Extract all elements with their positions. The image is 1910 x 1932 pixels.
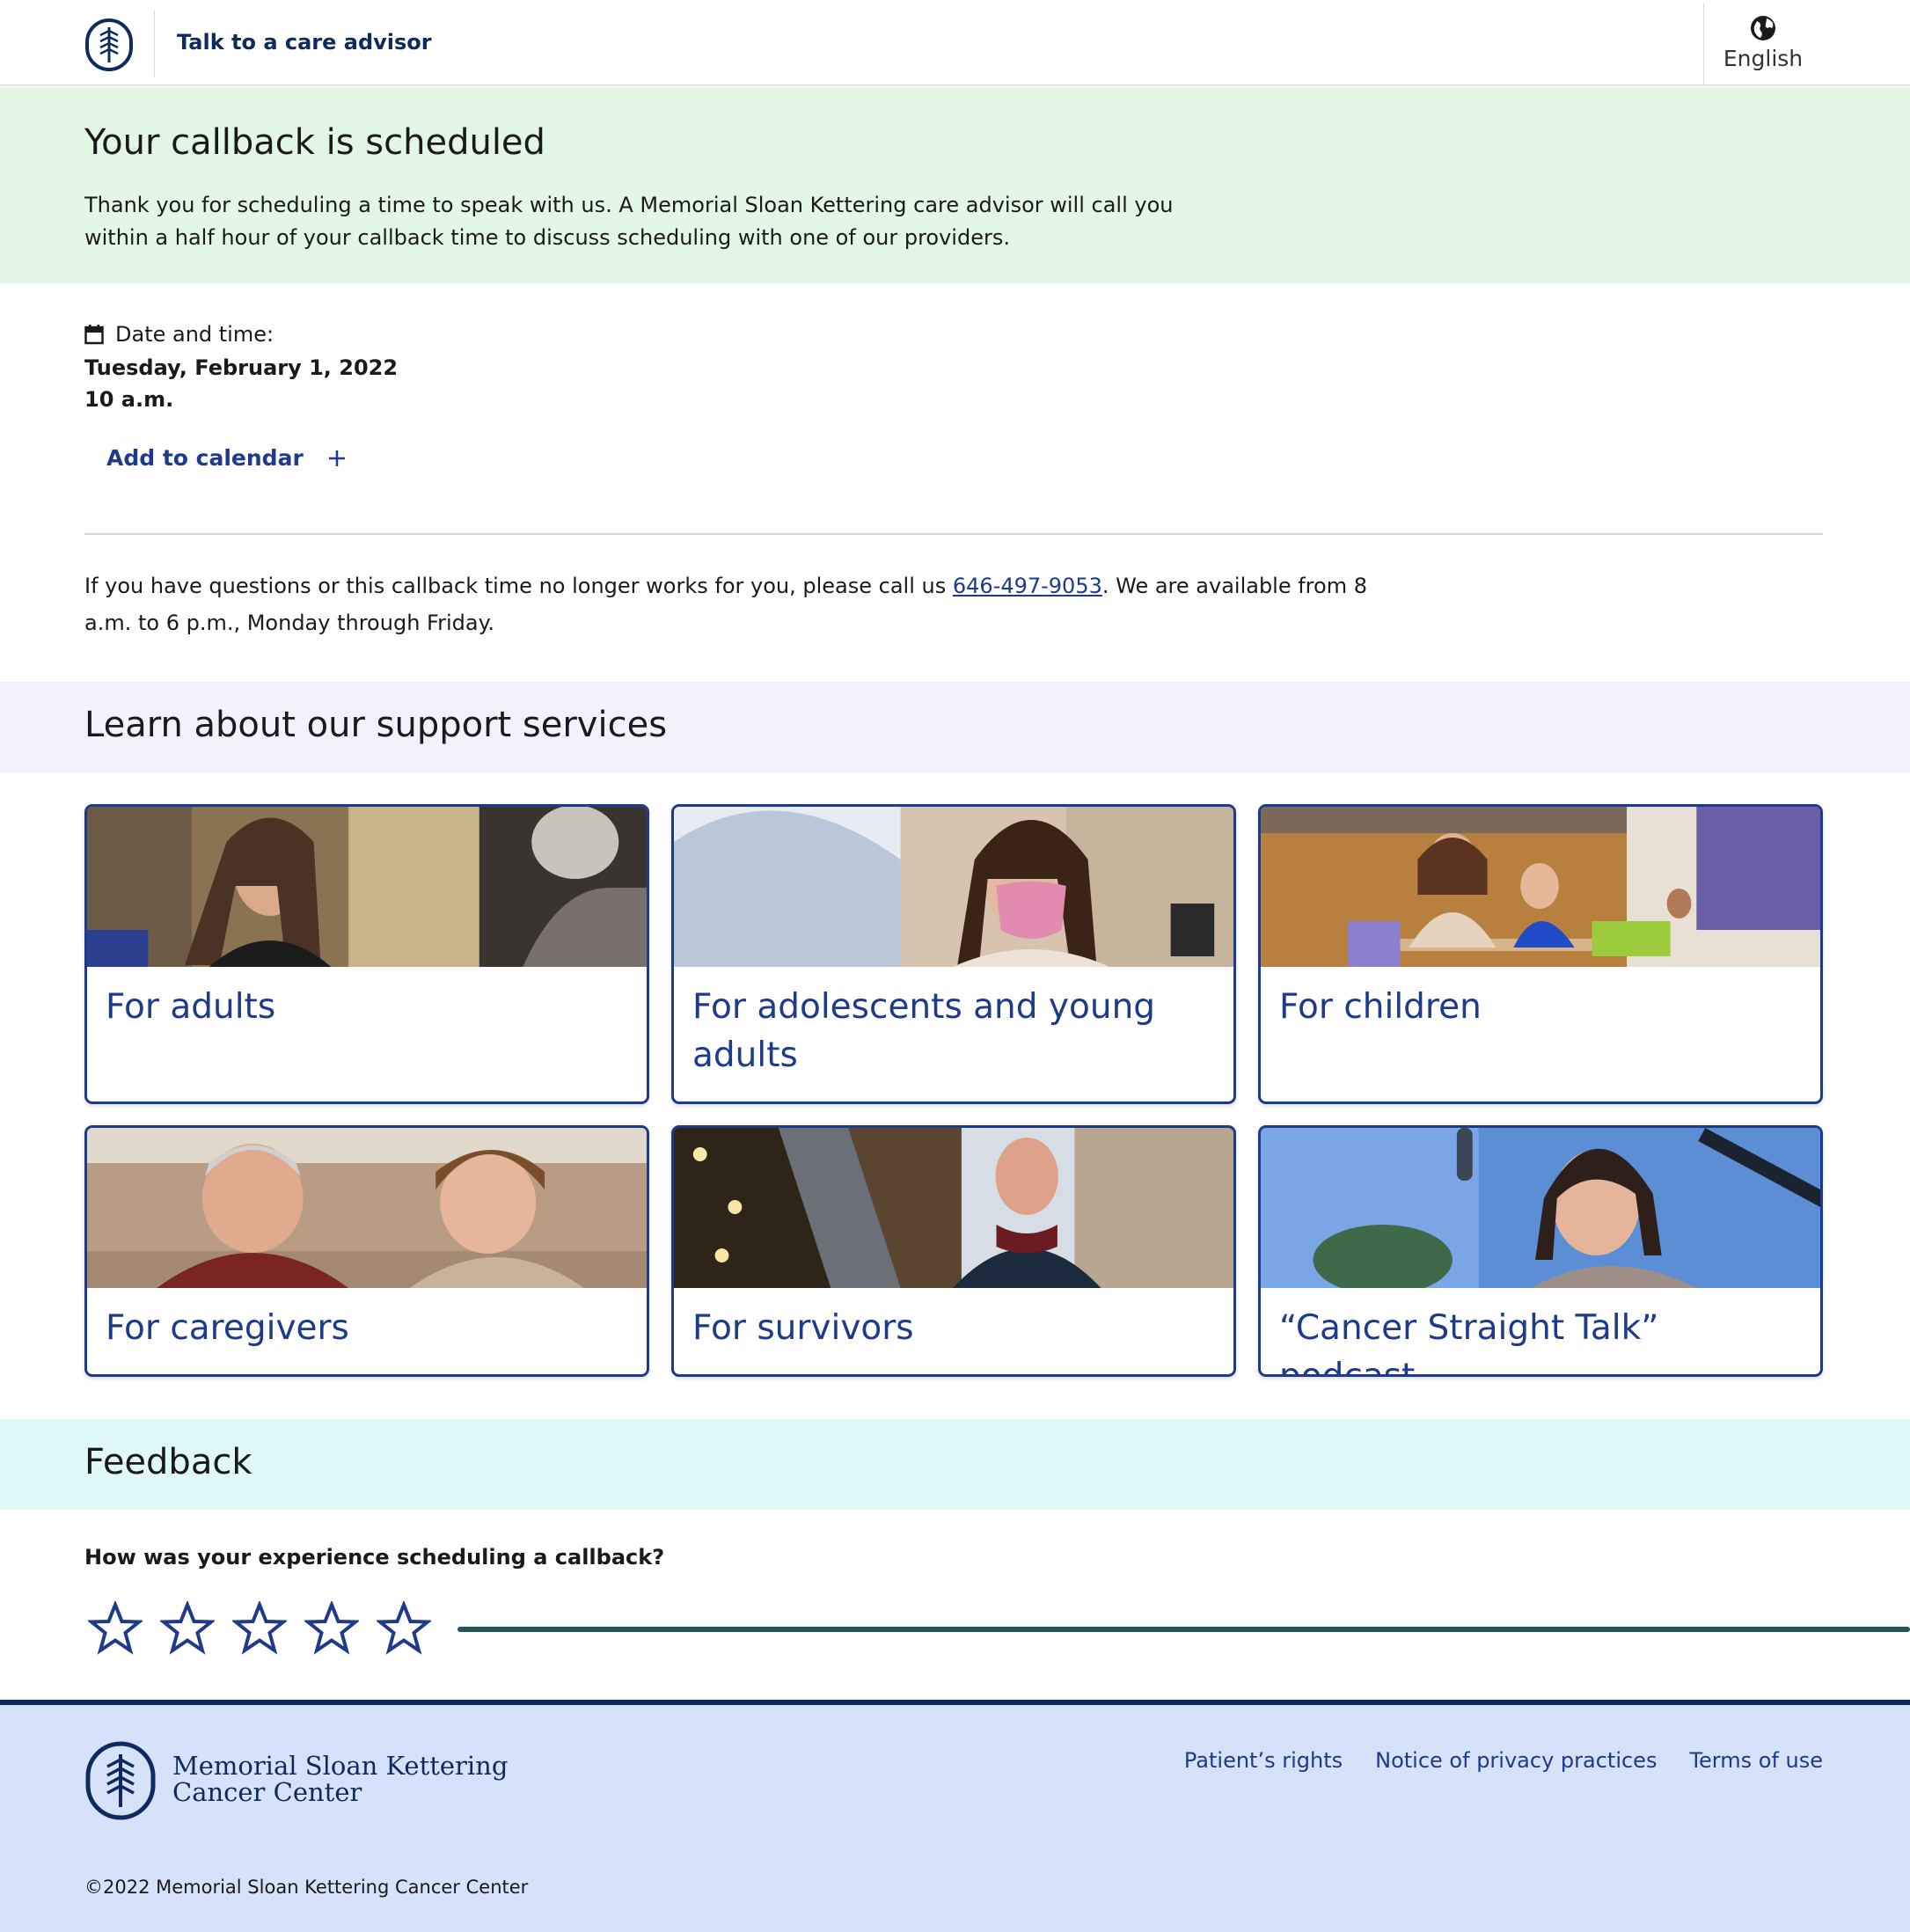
add-to-calendar-button[interactable]: Add to calendar	[106, 445, 347, 471]
help-text-before: If you have questions or this callback t…	[84, 574, 953, 598]
star-4-icon[interactable]	[303, 1599, 361, 1656]
card-image-adolescents	[674, 807, 1233, 967]
card-label-survivors: For survivors	[692, 1308, 914, 1348]
confirmation-banner: Your callback is scheduled Thank you for…	[0, 87, 1910, 283]
date-time-label-text: Date and time:	[115, 322, 274, 347]
language-selector[interactable]: English	[1704, 0, 1822, 84]
card-image-survivors	[674, 1128, 1233, 1288]
plus-icon	[328, 450, 345, 466]
footer-org-line1: Memorial Sloan Kettering	[172, 1751, 509, 1781]
card-image-podcast	[1261, 1128, 1820, 1288]
card-image-caregivers	[87, 1128, 647, 1288]
footer-org-name[interactable]: Memorial Sloan Kettering Cancer Center	[172, 1753, 508, 1805]
feedback-heading: Feedback	[84, 1442, 252, 1482]
star-3-icon[interactable]	[231, 1599, 289, 1656]
card-for-adolescents-and-young-adults[interactable]: For adolescents and young adults	[671, 804, 1236, 1104]
add-to-calendar-label: Add to calendar	[106, 445, 304, 471]
help-text: If you have questions or this callback t…	[84, 567, 1369, 641]
confirmation-message: Thank you for scheduling a time to speak…	[84, 193, 1174, 250]
msk-footer-logo-icon[interactable]	[84, 1740, 157, 1821]
footer-org-line2: Cancer Center	[172, 1777, 362, 1807]
appointment-time: 10 a.m.	[84, 387, 174, 412]
msk-logo-icon[interactable]	[84, 18, 134, 72]
card-label-caregivers: For caregivers	[106, 1308, 349, 1348]
copyright: ©2022 Memorial Sloan Kettering Cancer Ce…	[84, 1877, 529, 1898]
feedback-question: How was your experience scheduling a cal…	[84, 1545, 665, 1570]
privacy-practices-link[interactable]: Notice of privacy practices	[1375, 1748, 1657, 1773]
star-2-icon[interactable]	[158, 1599, 216, 1656]
card-for-children[interactable]: For children	[1258, 804, 1823, 1104]
feedback-divider-line	[457, 1627, 1910, 1632]
card-label-adolescents: For adolescents and young adults	[692, 987, 1156, 1075]
card-image-children	[1261, 807, 1820, 967]
card-label-children: For children	[1279, 987, 1482, 1027]
card-label-adults: For adults	[106, 987, 276, 1027]
card-label-podcast: “Cancer Straight Talk” podcast	[1279, 1308, 1659, 1377]
card-for-survivors[interactable]: For survivors	[671, 1125, 1236, 1377]
globe-icon	[1751, 15, 1775, 40]
calendar-icon	[84, 325, 104, 345]
date-time-label: Date and time:	[84, 322, 274, 347]
star-1-icon[interactable]	[86, 1599, 144, 1656]
card-for-caregivers[interactable]: For caregivers	[84, 1125, 649, 1377]
star-rating	[86, 1599, 449, 1656]
site-footer: Memorial Sloan Kettering Cancer Center P…	[0, 1700, 1910, 1932]
confirmation-title: Your callback is scheduled	[84, 122, 545, 163]
terms-of-use-link[interactable]: Terms of use	[1689, 1748, 1823, 1773]
card-image-adults	[87, 807, 647, 967]
card-for-adults[interactable]: For adults	[84, 804, 649, 1104]
appointment-date: Tuesday, February 1, 2022	[84, 355, 399, 380]
feedback-header: Feedback	[0, 1419, 1910, 1510]
site-header: Talk to a care advisor English	[0, 0, 1910, 86]
star-5-icon[interactable]	[375, 1599, 433, 1656]
phone-link[interactable]: 646-497-9053	[953, 574, 1102, 598]
talk-to-advisor-link[interactable]: Talk to a care advisor	[177, 30, 432, 55]
support-services-heading: Learn about our support services	[84, 705, 668, 745]
section-divider	[84, 533, 1823, 535]
patients-rights-link[interactable]: Patient’s rights	[1184, 1748, 1343, 1773]
card-cancer-straight-talk-podcast[interactable]: “Cancer Straight Talk” podcast	[1258, 1125, 1823, 1377]
language-label: English	[1723, 45, 1804, 71]
header-divider	[154, 11, 155, 77]
support-services-header: Learn about our support services	[0, 682, 1910, 772]
footer-links: Patient’s rights Notice of privacy pract…	[1184, 1748, 1823, 1773]
